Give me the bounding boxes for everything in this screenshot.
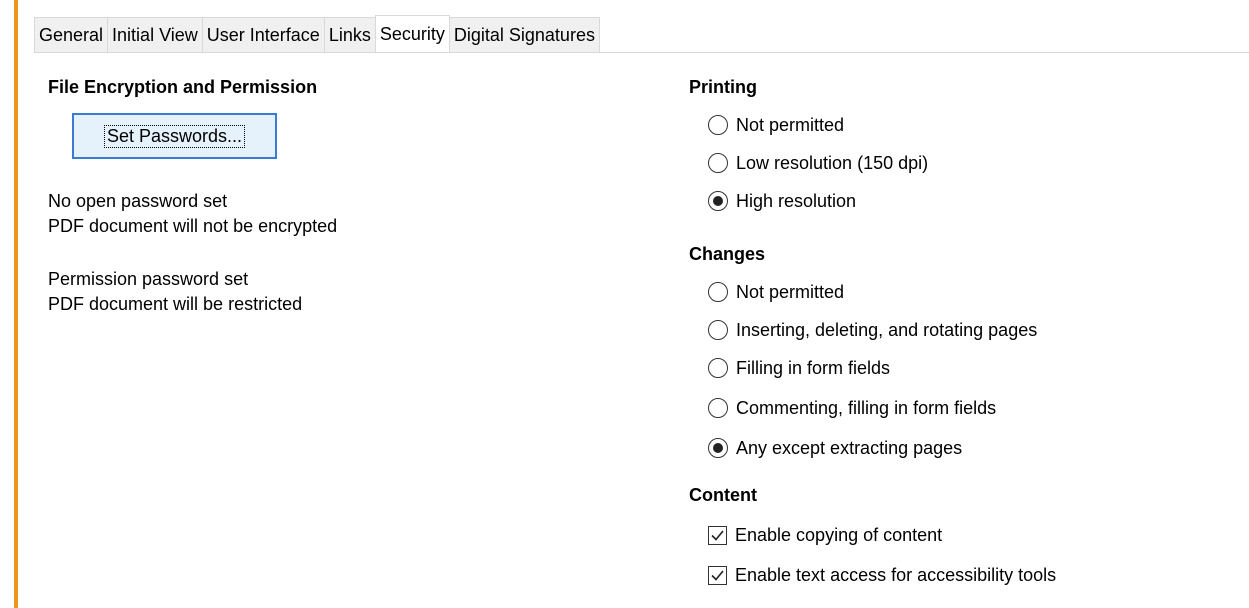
set-passwords-label: Set Passwords... (103, 124, 246, 148)
radio-icon[interactable] (708, 398, 728, 418)
tab-links[interactable]: Links (323, 17, 376, 52)
changes-option-commenting[interactable]: Commenting, filling in form fields (708, 395, 996, 421)
window-accent-border (14, 0, 18, 608)
tab-initial-view[interactable]: Initial View (107, 17, 203, 52)
printing-option-high-resolution[interactable]: High resolution (708, 188, 856, 214)
tab-user-interface[interactable]: User Interface (201, 17, 325, 52)
radio-icon[interactable] (708, 115, 728, 135)
content-option-copying[interactable]: Enable copying of content (708, 522, 942, 548)
printing-section-title: Printing (689, 77, 757, 97)
open-password-status: No open password set PDF document will n… (48, 189, 337, 239)
radio-icon[interactable] (708, 438, 728, 458)
checkbox-icon[interactable] (708, 525, 727, 545)
changes-option-any-except-extracting[interactable]: Any except extracting pages (708, 435, 962, 461)
radio-icon[interactable] (708, 320, 728, 340)
permission-password-status-line2: PDF document will be restricted (48, 294, 303, 314)
content-option-accessibility[interactable]: Enable text access for accessibility too… (708, 562, 1056, 588)
encryption-section-title: File Encryption and Permission (48, 77, 318, 97)
set-passwords-button[interactable]: Set Passwords... (72, 113, 277, 159)
printing-option-label: High resolution (736, 190, 857, 211)
permission-password-status-line1: Permission password set (48, 269, 249, 289)
printing-option-label: Not permitted (736, 114, 845, 135)
radio-icon[interactable] (708, 191, 728, 211)
changes-option-label: Any except extracting pages (736, 437, 963, 458)
printing-option-not-permitted[interactable]: Not permitted (708, 112, 844, 138)
changes-option-inserting-deleting[interactable]: Inserting, deleting, and rotating pages (708, 317, 1037, 343)
changes-option-not-permitted[interactable]: Not permitted (708, 279, 844, 305)
tab-security[interactable]: Security (374, 15, 450, 52)
printing-option-low-resolution[interactable]: Low resolution (150 dpi) (708, 150, 928, 176)
content-option-label: Enable copying of content (735, 524, 943, 545)
permission-password-status: Permission password set PDF document wil… (48, 267, 302, 317)
tab-digital-signatures[interactable]: Digital Signatures (448, 17, 600, 52)
tab-general[interactable]: General (34, 17, 109, 52)
changes-section-title: Changes (689, 244, 766, 264)
open-password-status-line2: PDF document will not be encrypted (48, 216, 338, 236)
printing-option-label: Low resolution (150 dpi) (736, 152, 929, 173)
radio-icon[interactable] (708, 282, 728, 302)
radio-icon[interactable] (708, 358, 728, 378)
changes-option-label: Not permitted (736, 281, 845, 302)
changes-option-filling-forms[interactable]: Filling in form fields (708, 355, 890, 381)
tab-divider (34, 52, 1249, 53)
tab-bar: General Initial View User Interface Link… (34, 15, 600, 52)
content-option-label: Enable text access for accessibility too… (735, 564, 1057, 585)
changes-option-label: Inserting, deleting, and rotating pages (736, 319, 1038, 340)
content-section-title: Content (689, 485, 757, 505)
changes-option-label: Commenting, filling in form fields (736, 397, 997, 418)
changes-option-label: Filling in form fields (736, 357, 891, 378)
open-password-status-line1: No open password set (48, 191, 228, 211)
checkbox-icon[interactable] (708, 565, 727, 585)
radio-icon[interactable] (708, 153, 728, 173)
